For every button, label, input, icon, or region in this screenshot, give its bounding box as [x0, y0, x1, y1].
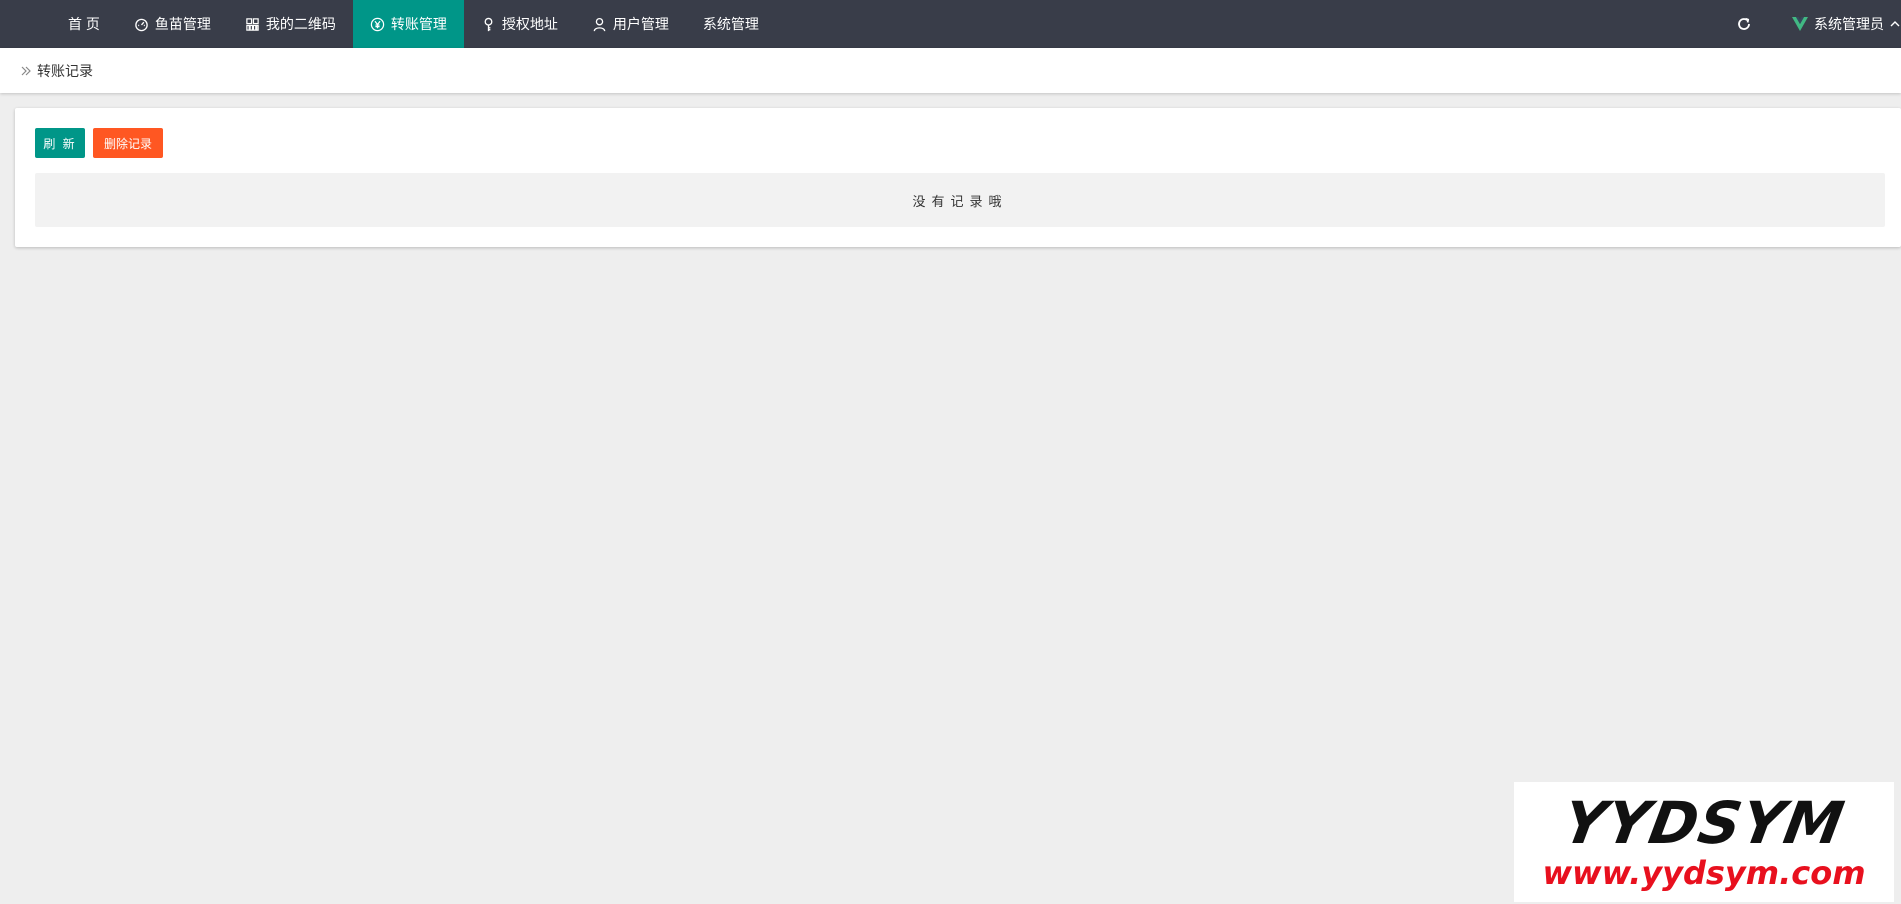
- breadcrumb-current: 转账记录: [37, 62, 93, 79]
- refresh-button[interactable]: 刷 新: [35, 128, 85, 158]
- nav-item-label: 转账管理: [390, 16, 447, 32]
- nav-item-my-qrcode[interactable]: 我的二维码: [228, 0, 353, 48]
- nav-item-label: 系统管理: [702, 16, 759, 32]
- double-chevron-right-icon: [19, 64, 33, 78]
- nav-item-transfer-management[interactable]: 转账管理: [352, 0, 464, 48]
- gauge-icon: [134, 16, 150, 32]
- delete-records-button[interactable]: 删除记录: [93, 128, 163, 158]
- key-icon: [481, 16, 497, 32]
- nav-right: 系统管理员: [1724, 0, 1901, 48]
- nav-item-system-management[interactable]: 系统管理: [686, 0, 776, 48]
- nav-item-label: 授权地址: [501, 16, 558, 32]
- refresh-icon: [1738, 17, 1750, 30]
- watermark-url: www.yydsym.com: [1542, 854, 1866, 892]
- empty-state: 没有记录哦: [35, 173, 1885, 227]
- grid-icon: [245, 16, 261, 32]
- nav-menu: 首 页 鱼苗管理 我的二维码 转账管理 授权地址 用户管理 系统管理: [0, 0, 776, 48]
- nav-item-label: 首 页: [68, 16, 100, 32]
- nav-item-authorized-address[interactable]: 授权地址: [464, 0, 575, 48]
- user-icon: [592, 16, 608, 32]
- nav-item-fry-management[interactable]: 鱼苗管理: [117, 0, 228, 48]
- nav-item-label: 用户管理: [612, 16, 669, 32]
- user-menu[interactable]: 系统管理员: [1764, 0, 1901, 48]
- user-name: 系统管理员: [1814, 16, 1884, 32]
- top-nav: 首 页 鱼苗管理 我的二维码 转账管理 授权地址 用户管理 系统管理 系统管理员: [0, 0, 1901, 48]
- breadcrumb: 转账记录: [0, 48, 1901, 93]
- nav-item-label: 鱼苗管理: [154, 16, 211, 32]
- yen-circle-icon: [370, 16, 386, 32]
- toolbar: 刷 新 删除记录: [35, 128, 163, 158]
- chevron-up-icon: [1889, 18, 1901, 30]
- nav-item-label: 我的二维码: [265, 16, 336, 32]
- vue-logo-icon: [1791, 15, 1809, 33]
- watermark-brand: YYDSYM: [1558, 789, 1850, 857]
- watermark-logo: YYDSYM www.yydsym.com: [1514, 782, 1894, 902]
- refresh-page-button[interactable]: [1724, 0, 1764, 48]
- nav-item-user-management[interactable]: 用户管理: [575, 0, 686, 48]
- nav-item-home[interactable]: 首 页: [51, 0, 117, 48]
- records-card: 刷 新 删除记录 没有记录哦: [15, 108, 1901, 247]
